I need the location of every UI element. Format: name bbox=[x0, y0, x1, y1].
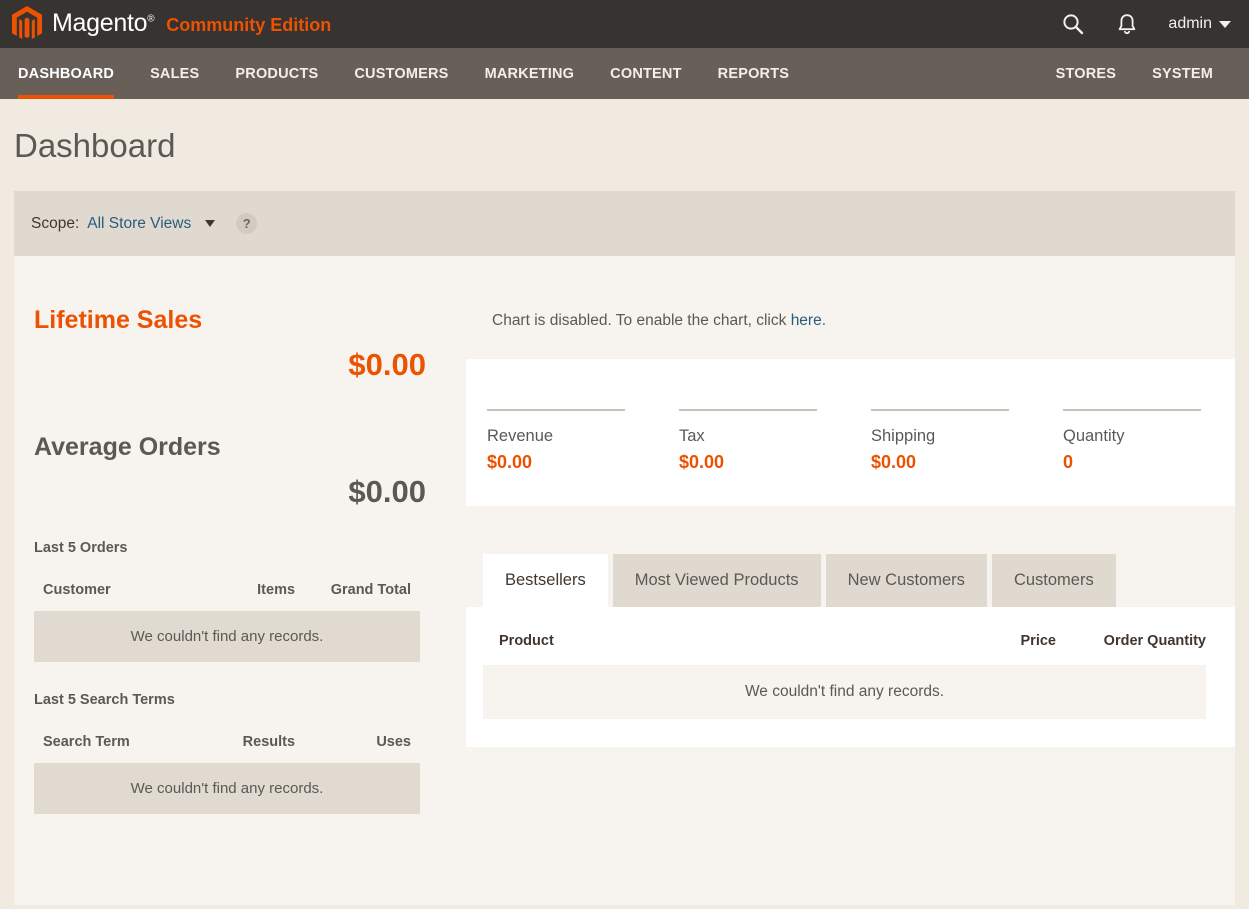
magento-logo-text: Magento® bbox=[52, 8, 155, 37]
chevron-down-icon bbox=[1219, 20, 1231, 28]
column-header-search-term[interactable]: Search Term bbox=[43, 734, 208, 750]
sales-totals-panel: Revenue $0.00 Tax $0.00 Shipping $0.00 Quantit… bbox=[466, 359, 1235, 506]
nav-item-reports[interactable]: REPORTS bbox=[700, 48, 808, 99]
chart-notice-text-after: . bbox=[821, 312, 827, 329]
stat-cell-quantity: Quantity 0 bbox=[1043, 409, 1235, 473]
chevron-down-icon[interactable] bbox=[205, 220, 216, 227]
dashboard-main: Chart is disabled. To enable the chart, … bbox=[440, 256, 1235, 905]
scope-value[interactable]: All Store Views bbox=[87, 215, 191, 233]
average-orders-value: $0.00 bbox=[348, 474, 426, 509]
scope-label: Scope: bbox=[31, 214, 80, 232]
tab-new-customers[interactable]: New Customers bbox=[825, 554, 987, 607]
magento-logo-icon bbox=[12, 6, 42, 40]
last-orders-header-row: Customer Items Grand Total bbox=[34, 582, 420, 611]
tab-most-viewed-products[interactable]: Most Viewed Products bbox=[612, 554, 821, 607]
column-header-grand-total[interactable]: Grand Total bbox=[311, 582, 411, 598]
dashboard-tabs-section: Bestsellers Most Viewed Products New Custo… bbox=[466, 554, 1235, 747]
last-orders-title: Last 5 Orders bbox=[34, 540, 128, 556]
last-search-terms-grid: Last 5 Search Terms Search Term Results … bbox=[34, 692, 440, 814]
average-orders-block: Average Orders $0.00 bbox=[34, 433, 440, 510]
nav-item-products[interactable]: PRODUCTS bbox=[217, 48, 336, 99]
dashboard-tab-strip: Bestsellers Most Viewed Products New Custo… bbox=[466, 554, 1235, 607]
stat-cell-shipping: Shipping $0.00 bbox=[851, 409, 1043, 473]
nav-secondary-group: STORES SYSTEM bbox=[1038, 48, 1231, 99]
column-header-uses[interactable]: Uses bbox=[311, 734, 411, 750]
nav-item-customers[interactable]: CUSTOMERS bbox=[336, 48, 466, 99]
registered-mark: ® bbox=[147, 13, 155, 25]
nav-item-stores[interactable]: STORES bbox=[1038, 48, 1135, 99]
bestsellers-header-row: Product Price Order Quantity bbox=[466, 633, 1235, 665]
question-mark-icon[interactable]: ? bbox=[236, 213, 258, 234]
main-navigation: DASHBOARD SALES PRODUCTS CUSTOMERS MARKETING… bbox=[0, 48, 1249, 99]
stat-divider bbox=[679, 409, 817, 411]
chart-notice-text-before: Chart is disabled. To enable the chart, … bbox=[492, 312, 791, 329]
stat-label-shipping: Shipping bbox=[871, 427, 936, 445]
stat-value-tax: $0.00 bbox=[679, 452, 725, 472]
last-orders-empty-message: We couldn't find any records. bbox=[34, 611, 420, 662]
stat-label-revenue: Revenue bbox=[487, 427, 554, 445]
column-header-price[interactable]: Price bbox=[932, 633, 1056, 649]
lifetime-sales-value: $0.00 bbox=[348, 347, 426, 382]
bell-icon[interactable] bbox=[1114, 11, 1140, 37]
stat-value-revenue: $0.00 bbox=[487, 452, 533, 472]
nav-item-sales[interactable]: SALES bbox=[132, 48, 217, 99]
stat-cell-tax: Tax $0.00 bbox=[659, 409, 851, 473]
stat-label-quantity: Quantity bbox=[1063, 427, 1125, 445]
column-header-results[interactable]: Results bbox=[208, 734, 311, 750]
bestsellers-panel: Product Price Order Quantity We couldn't… bbox=[466, 607, 1235, 747]
page-header: Dashboard bbox=[0, 99, 1249, 191]
column-header-product[interactable]: Product bbox=[499, 633, 932, 649]
scope-switcher-bar: Scope: All Store Views ? bbox=[14, 191, 1235, 256]
dashboard-content: Lifetime Sales $0.00 Average Orders $0.0… bbox=[14, 256, 1235, 905]
tab-bestsellers[interactable]: Bestsellers bbox=[483, 554, 608, 607]
magento-logo[interactable]: Magento® bbox=[10, 5, 155, 43]
stat-divider bbox=[487, 409, 625, 411]
tab-customers[interactable]: Customers bbox=[991, 554, 1116, 607]
stat-divider bbox=[1063, 409, 1201, 411]
lifetime-sales-block: Lifetime Sales $0.00 bbox=[34, 306, 440, 383]
last-search-terms-header-row: Search Term Results Uses bbox=[34, 734, 420, 763]
column-header-items[interactable]: Items bbox=[208, 582, 311, 598]
nav-primary-group: DASHBOARD SALES PRODUCTS CUSTOMERS MARKETING… bbox=[0, 48, 807, 99]
stat-value-quantity: 0 bbox=[1063, 452, 1074, 472]
search-icon[interactable] bbox=[1060, 11, 1086, 37]
nav-item-system[interactable]: SYSTEM bbox=[1134, 48, 1231, 99]
stat-label-tax: Tax bbox=[679, 427, 705, 445]
stat-divider bbox=[871, 409, 1009, 411]
stat-cell-revenue: Revenue $0.00 bbox=[466, 409, 659, 473]
dashboard-sidebar: Lifetime Sales $0.00 Average Orders $0.0… bbox=[14, 256, 440, 905]
admin-header: Magento® Community Edition admin bbox=[0, 0, 1249, 48]
nav-item-marketing[interactable]: MARKETING bbox=[467, 48, 593, 99]
enable-chart-link[interactable]: here bbox=[791, 312, 822, 329]
page-title: Dashboard bbox=[14, 127, 176, 164]
admin-user-label: admin bbox=[1168, 15, 1212, 32]
lifetime-sales-label: Lifetime Sales bbox=[34, 306, 203, 334]
column-header-order-quantity[interactable]: Order Quantity bbox=[1056, 633, 1206, 649]
last-orders-grid: Last 5 Orders Customer Items Grand Total… bbox=[34, 540, 440, 662]
bestsellers-empty-message: We couldn't find any records. bbox=[483, 665, 1206, 719]
average-orders-label: Average Orders bbox=[34, 433, 221, 461]
last-search-terms-title: Last 5 Search Terms bbox=[34, 692, 175, 708]
header-actions: admin bbox=[1060, 11, 1231, 37]
stat-value-shipping: $0.00 bbox=[871, 452, 917, 472]
column-header-customer[interactable]: Customer bbox=[43, 582, 208, 598]
chart-disabled-notice: Chart is disabled. To enable the chart, … bbox=[466, 312, 1235, 330]
nav-item-content[interactable]: CONTENT bbox=[592, 48, 699, 99]
last-search-terms-empty-message: We couldn't find any records. bbox=[34, 763, 420, 814]
admin-user-menu[interactable]: admin bbox=[1168, 15, 1231, 33]
edition-label: Community Edition bbox=[166, 14, 332, 35]
nav-item-dashboard[interactable]: DASHBOARD bbox=[0, 48, 132, 99]
